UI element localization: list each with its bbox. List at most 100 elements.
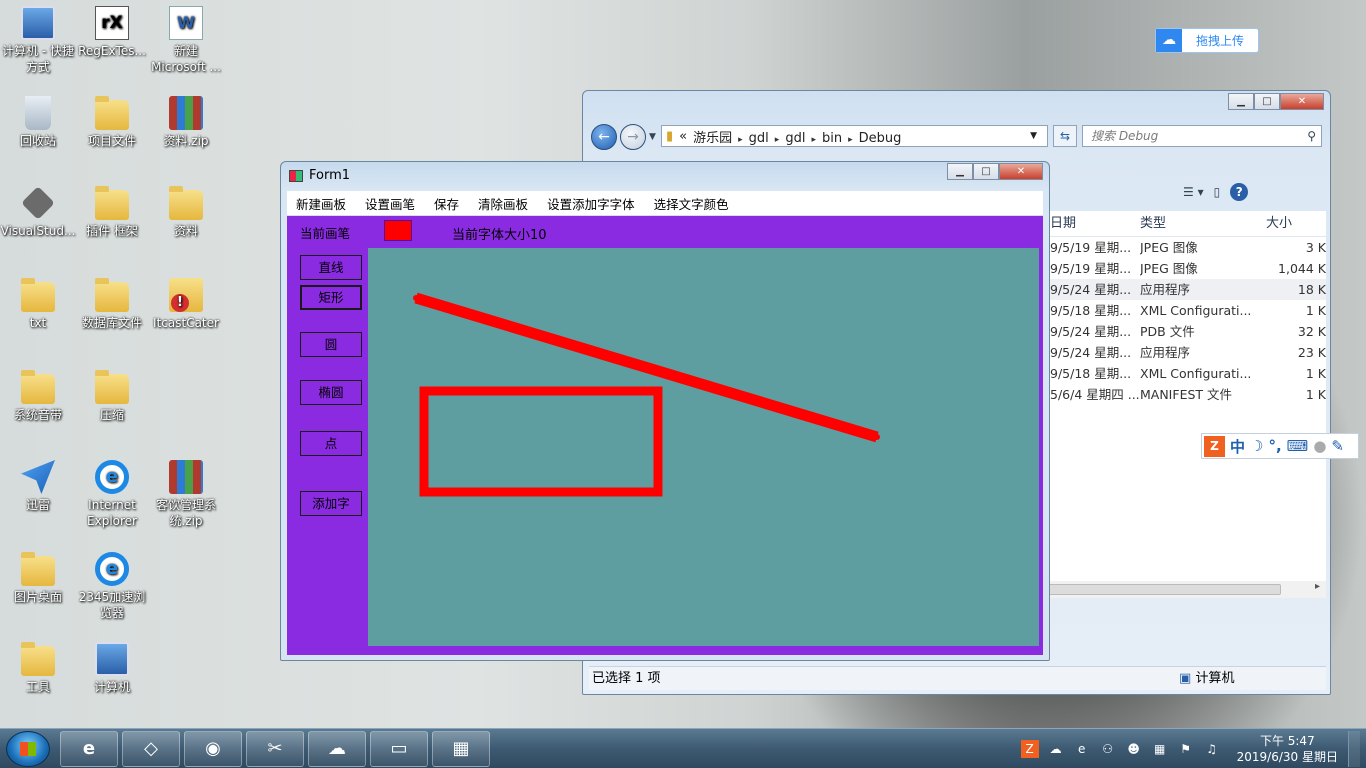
- baidu-upload-button[interactable]: ☁ 拖拽上传: [1155, 28, 1259, 53]
- history-chevron-icon[interactable]: ▼: [649, 132, 656, 142]
- tool-button[interactable]: 椭圆: [300, 380, 362, 405]
- taskbar-app-button[interactable]: ✂: [246, 731, 304, 767]
- ime-toolbar[interactable]: Z 中 ☽ °, ⌨ ● ✎: [1201, 433, 1359, 459]
- taskbar-app-button[interactable]: ◉: [184, 731, 242, 767]
- forward-arrow-icon[interactable]: →: [620, 124, 646, 150]
- address-dropdown-icon[interactable]: ▼: [1030, 131, 1037, 141]
- close-button[interactable]: ✕: [1280, 93, 1324, 110]
- menu-item[interactable]: 保存: [434, 194, 459, 213]
- minimize-button[interactable]: ▁: [1228, 93, 1254, 110]
- menu-item[interactable]: 选择文字颜色: [654, 194, 729, 213]
- flag-icon[interactable]: ⚑: [1177, 740, 1195, 758]
- column-date[interactable]: 日期: [1048, 211, 1140, 236]
- desktop-icon[interactable]: 压缩: [74, 370, 150, 423]
- taskbar-app-button[interactable]: ◇: [122, 731, 180, 767]
- ime-tray-icon[interactable]: Z: [1020, 740, 1039, 758]
- table-row[interactable]: 9/5/24 星期... PDB 文件 32 K: [1048, 321, 1326, 342]
- desktop-icon[interactable]: txt: [0, 278, 76, 331]
- network-users-icon[interactable]: ⚇: [1099, 740, 1117, 758]
- column-size[interactable]: 大小: [1266, 211, 1326, 236]
- maximize-button[interactable]: □: [973, 163, 999, 180]
- search-input[interactable]: 搜索 Debug ⚲: [1082, 125, 1322, 147]
- breadcrumb-item[interactable]: 游乐园: [693, 131, 732, 146]
- menu-item[interactable]: 设置画笔: [365, 194, 415, 213]
- drawing-canvas[interactable]: [368, 248, 1039, 646]
- breadcrumb-separator-icon[interactable]: ▸: [775, 135, 780, 145]
- breadcrumb-item[interactable]: gdl: [749, 131, 769, 146]
- table-row[interactable]: 9/5/18 星期... XML Configurati... 1 K: [1048, 363, 1326, 384]
- desktop-icon[interactable]: 数据库文件: [74, 278, 150, 331]
- breadcrumb-separator-icon[interactable]: ▸: [848, 135, 853, 145]
- taskbar-app-button[interactable]: ▦: [432, 731, 490, 767]
- breadcrumb-item[interactable]: bin: [822, 131, 842, 146]
- help-icon[interactable]: ?: [1230, 183, 1249, 201]
- table-row[interactable]: 9/5/19 星期... JPEG 图像 3 K: [1048, 237, 1326, 258]
- refresh-icon[interactable]: ⇆: [1053, 125, 1077, 147]
- address-bar[interactable]: ▮ « 游乐园 ▸ gdl ▸ gdl ▸ bin ▸ Debug ▼: [661, 125, 1048, 147]
- volume-icon[interactable]: ♫: [1203, 740, 1221, 758]
- column-type[interactable]: 类型: [1140, 211, 1266, 236]
- close-button[interactable]: ✕: [999, 163, 1043, 180]
- desktop-icon[interactable]: e 2345加速浏览器: [74, 552, 150, 621]
- breadcrumb-item[interactable]: gdl: [785, 131, 805, 146]
- desktop-icon[interactable]: 图片桌面: [0, 552, 76, 605]
- desktop-icon[interactable]: e Internet Explorer: [74, 460, 150, 529]
- clock[interactable]: 下午 5:47 2019/6/30 星期日: [1237, 733, 1338, 765]
- taskbar-app-button[interactable]: ☁: [308, 731, 366, 767]
- network-icon[interactable]: ▦: [1151, 740, 1169, 758]
- user-icon[interactable]: ●: [1313, 437, 1326, 455]
- table-row[interactable]: 9/5/19 星期... JPEG 图像 1,044 K: [1048, 258, 1326, 279]
- taskbar-app-button[interactable]: e: [60, 731, 118, 767]
- keyboard-icon[interactable]: ⌨: [1287, 437, 1309, 455]
- desktop-icon[interactable]: 系统音带: [0, 370, 76, 423]
- desktop-icon[interactable]: ItcastCater: [148, 278, 224, 331]
- tool-button[interactable]: 点: [300, 431, 362, 456]
- ime-mode[interactable]: 中: [1230, 436, 1245, 457]
- ie-tray-icon[interactable]: e: [1073, 740, 1091, 758]
- menu-item[interactable]: 新建画板: [296, 194, 346, 213]
- menu-item[interactable]: 设置添加字字体: [547, 194, 635, 213]
- start-button[interactable]: [6, 731, 50, 767]
- desktop-icon[interactable]: 回收站: [0, 96, 76, 149]
- breadcrumb-separator-icon[interactable]: ▸: [811, 135, 816, 145]
- desktop-icon[interactable]: 客饮管理系统.zip: [148, 460, 224, 529]
- form1-window[interactable]: Form1 ▁ □ ✕ 新建画板 设置画笔 保存 清除画板 设置添加字字体 选择文字颜色 …: [280, 161, 1050, 661]
- moon-icon[interactable]: ☽: [1250, 437, 1263, 455]
- taskbar-app-button[interactable]: ▭: [370, 731, 428, 767]
- minimize-button[interactable]: ▁: [947, 163, 973, 180]
- qq-icon[interactable]: ☻: [1125, 740, 1143, 758]
- view-options-icon[interactable]: ☰ ▾: [1183, 185, 1204, 199]
- file-list[interactable]: 日期 类型 大小 9/5/19 星期... JPEG 图像 3 K 9/5/19 星期…: [1048, 211, 1326, 596]
- punctuation-icon[interactable]: °,: [1268, 437, 1281, 455]
- desktop-icon[interactable]: 工具: [0, 642, 76, 695]
- back-arrow-icon[interactable]: ←: [591, 124, 617, 150]
- show-desktop-button[interactable]: [1348, 731, 1360, 767]
- baidu-cloud-icon[interactable]: ☁: [1047, 740, 1065, 758]
- tool-button[interactable]: 圆: [300, 332, 362, 357]
- table-row[interactable]: 5/6/4 星期四 ... MANIFEST 文件 1 K: [1048, 384, 1326, 405]
- desktop-icon[interactable]: 资料: [148, 186, 224, 239]
- breadcrumb-separator-icon[interactable]: ▸: [738, 135, 743, 145]
- preview-pane-icon[interactable]: ▯: [1214, 185, 1221, 199]
- table-row[interactable]: 9/5/24 星期... 应用程序 23 K: [1048, 342, 1326, 363]
- desktop-icon[interactable]: 资料.zip: [148, 96, 224, 149]
- desktop-icon[interactable]: 迅雷: [0, 460, 76, 513]
- wrench-icon[interactable]: ✎: [1331, 437, 1344, 455]
- breadcrumb-item[interactable]: Debug: [859, 131, 902, 146]
- desktop-icon[interactable]: 计算机: [74, 642, 150, 695]
- table-row[interactable]: 9/5/24 星期... 应用程序 18 K: [1048, 279, 1326, 300]
- desktop-icon[interactable]: 计算机 - 快捷方式: [0, 6, 76, 75]
- desktop-icon[interactable]: 项目文件: [74, 96, 150, 149]
- desktop-icon[interactable]: W 新建 Microsoft ...: [148, 6, 224, 75]
- tool-button[interactable]: 添加字: [300, 491, 362, 516]
- scrollbar-thumb[interactable]: [1048, 584, 1281, 595]
- menu-item[interactable]: 清除画板: [478, 194, 528, 213]
- maximize-button[interactable]: □: [1254, 93, 1280, 110]
- table-row[interactable]: 9/5/18 星期... XML Configurati... 1 K: [1048, 300, 1326, 321]
- horizontal-scrollbar[interactable]: ▸: [1048, 581, 1326, 598]
- desktop-icon[interactable]: rX RegExTes...: [74, 6, 150, 59]
- desktop-icon[interactable]: VisualStud...: [0, 186, 76, 239]
- scroll-right-icon[interactable]: ▸: [1315, 581, 1320, 592]
- tool-button[interactable]: 直线: [300, 255, 362, 280]
- tool-button[interactable]: 矩形: [300, 285, 362, 310]
